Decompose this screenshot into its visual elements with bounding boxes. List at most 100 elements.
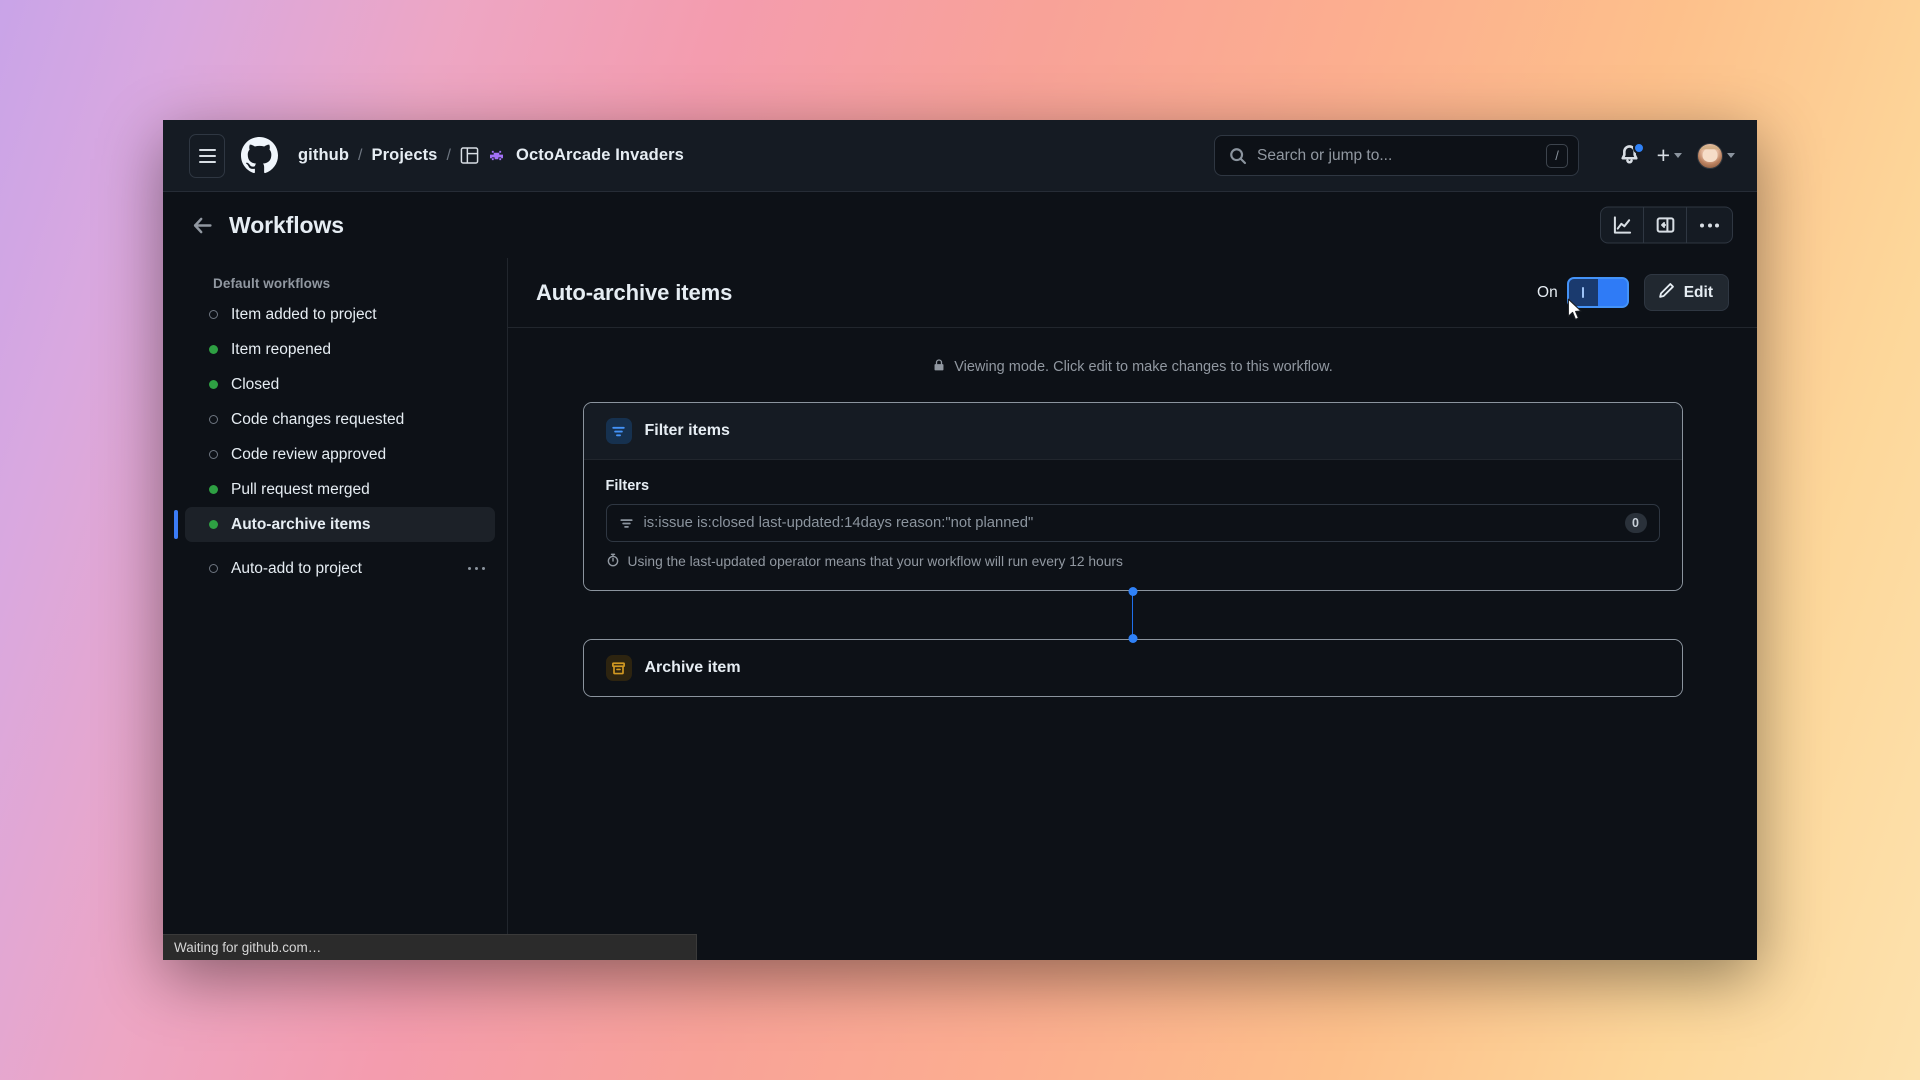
content-area: Default workflows Item added to project … [163,258,1757,960]
insights-icon[interactable] [1601,207,1644,243]
edit-button[interactable]: Edit [1643,274,1729,311]
connector-node-top [1128,587,1137,596]
workflow-enable-toggle-group: On [1537,277,1629,308]
notification-badge [1632,141,1645,154]
bell-icon[interactable] [1618,141,1645,168]
breadcrumb-separator: / [358,146,363,164]
filter-items-node-header: Filter items [583,403,1682,459]
sidebar-item-label: Auto-add to project [231,559,362,577]
page-title: Workflows [229,211,344,238]
workflow-node-graph: Filter items Filters is:issue is:closed … [582,402,1683,697]
breadcrumb-separator: / [446,146,452,164]
breadcrumb-section[interactable]: Projects [372,146,438,165]
sidebar-item-label: Code review approved [231,445,387,463]
sidebar-item-item-reopened[interactable]: Item reopened [185,332,495,367]
search-placeholder: Search or jump to... [1257,146,1393,164]
subheader-action-group [1600,206,1733,244]
stopwatch-icon [606,553,620,570]
filter-icon [619,516,634,531]
status-indicator-off [209,415,218,424]
edit-button-label: Edit [1683,283,1713,301]
viewing-mode-text: Viewing mode. Click edit to make changes… [954,359,1333,375]
sidebar-item-closed[interactable]: Closed [185,367,495,402]
sidebar-item-label: Closed [231,375,280,393]
filter-items-node-body: Filters is:issue is:closed last-updated:… [583,459,1682,590]
github-mark-icon[interactable] [241,137,278,174]
github-global-header: github / Projects / OctoArcade Invaders [163,120,1757,192]
sidebar-item-item-added-to-project[interactable]: Item added to project [185,297,495,332]
workflow-detail-panel: Auto-archive items On Edit Viewing mode.… [508,258,1757,960]
archive-item-node[interactable]: Archive item [582,639,1683,697]
workflow-canvas: Viewing mode. Click edit to make changes… [508,328,1757,960]
sidebar-toggle-icon[interactable] [1644,207,1687,243]
chevron-down-icon [1674,153,1682,158]
status-indicator-on [209,520,218,529]
sidebar-item-auto-archive-items[interactable]: Auto-archive items [174,507,495,542]
archive-item-node-title: Archive item [644,659,741,676]
sidebar-item-code-review-approved[interactable]: Code review approved [185,437,495,472]
sidebar-item-label: Pull request merged [231,480,370,498]
plus-icon: + [1656,142,1670,168]
status-indicator-on [209,485,218,494]
breadcrumb-owner[interactable]: github [298,146,349,165]
search-input[interactable]: Search or jump to... / [1214,135,1579,176]
toggle-track-on [1597,279,1627,306]
kebab-menu-icon[interactable] [1687,208,1732,243]
browser-window: github / Projects / OctoArcade Invaders [163,120,1757,960]
project-table-icon [460,146,479,165]
viewing-mode-banner: Viewing mode. Click edit to make changes… [508,358,1757,376]
kebab-menu-icon[interactable] [467,566,496,571]
search-shortcut-key: / [1546,143,1568,168]
create-new-button[interactable]: + [1657,144,1682,167]
arrow-left-icon[interactable] [191,214,213,236]
sidebar-item-auto-add-to-project[interactable]: Auto-add to project [185,551,495,586]
filters-input-value: is:issue is:closed last-updated:14days r… [643,515,1034,531]
status-indicator-off [209,450,218,459]
filter-icon [605,418,632,444]
avatar [1697,142,1723,169]
sidebar-item-label: Auto-archive items [231,515,371,533]
sidebar-item-label: Item added to project [231,305,377,323]
header-actions: + [1618,120,1735,191]
workflow-header-actions: On Edit [1537,274,1729,311]
connector-line [1131,591,1134,639]
filters-hint-text: Using the last-updated operator means th… [627,554,1123,569]
archive-icon [605,655,632,681]
status-indicator-off [209,564,218,573]
status-indicator-on [209,345,218,354]
sidebar-item-label: Code changes requested [231,410,405,428]
breadcrumb-project[interactable]: OctoArcade Invaders [516,146,684,165]
status-indicator-on [209,380,218,389]
lock-icon [932,358,946,376]
node-connector [583,587,1683,643]
filters-input[interactable]: is:issue is:closed last-updated:14days r… [605,504,1660,542]
browser-status-bar: Waiting for github.com… [163,934,697,960]
hamburger-icon[interactable] [189,133,225,178]
toggle-knob [1568,279,1598,306]
sidebar-item-label: Item reopened [231,340,331,358]
filters-hint: Using the last-updated operator means th… [606,553,1660,570]
pencil-icon [1658,282,1675,304]
filters-field-label: Filters [605,478,650,494]
workflow-detail-header: Auto-archive items On Edit [508,258,1757,328]
user-menu-button[interactable] [1697,142,1735,169]
space-invader-icon [489,149,504,162]
sidebar-item-pull-request-merged[interactable]: Pull request merged [185,472,495,507]
sidebar-item-code-changes-requested[interactable]: Code changes requested [185,402,495,437]
search-icon [1229,147,1247,165]
filters-match-count-badge: 0 [1624,513,1647,533]
workflow-title: Auto-archive items [536,279,733,305]
chevron-down-icon [1727,153,1735,158]
connector-node-bottom [1128,634,1137,643]
filter-items-node[interactable]: Filter items Filters is:issue is:closed … [582,402,1683,591]
archive-item-node-header: Archive item [583,640,1682,696]
toggle-state-label: On [1537,283,1558,301]
status-indicator-off [209,310,218,319]
sidebar-heading: Default workflows [213,276,331,291]
filter-items-node-title: Filter items [644,422,730,439]
workflow-enable-toggle[interactable] [1566,277,1629,308]
breadcrumb: github / Projects / OctoArcade Invaders [298,146,684,165]
workflows-subheader: Workflows [163,192,1757,258]
workflows-sidebar: Default workflows Item added to project … [163,258,508,960]
sidebar-divider-space [163,542,507,551]
